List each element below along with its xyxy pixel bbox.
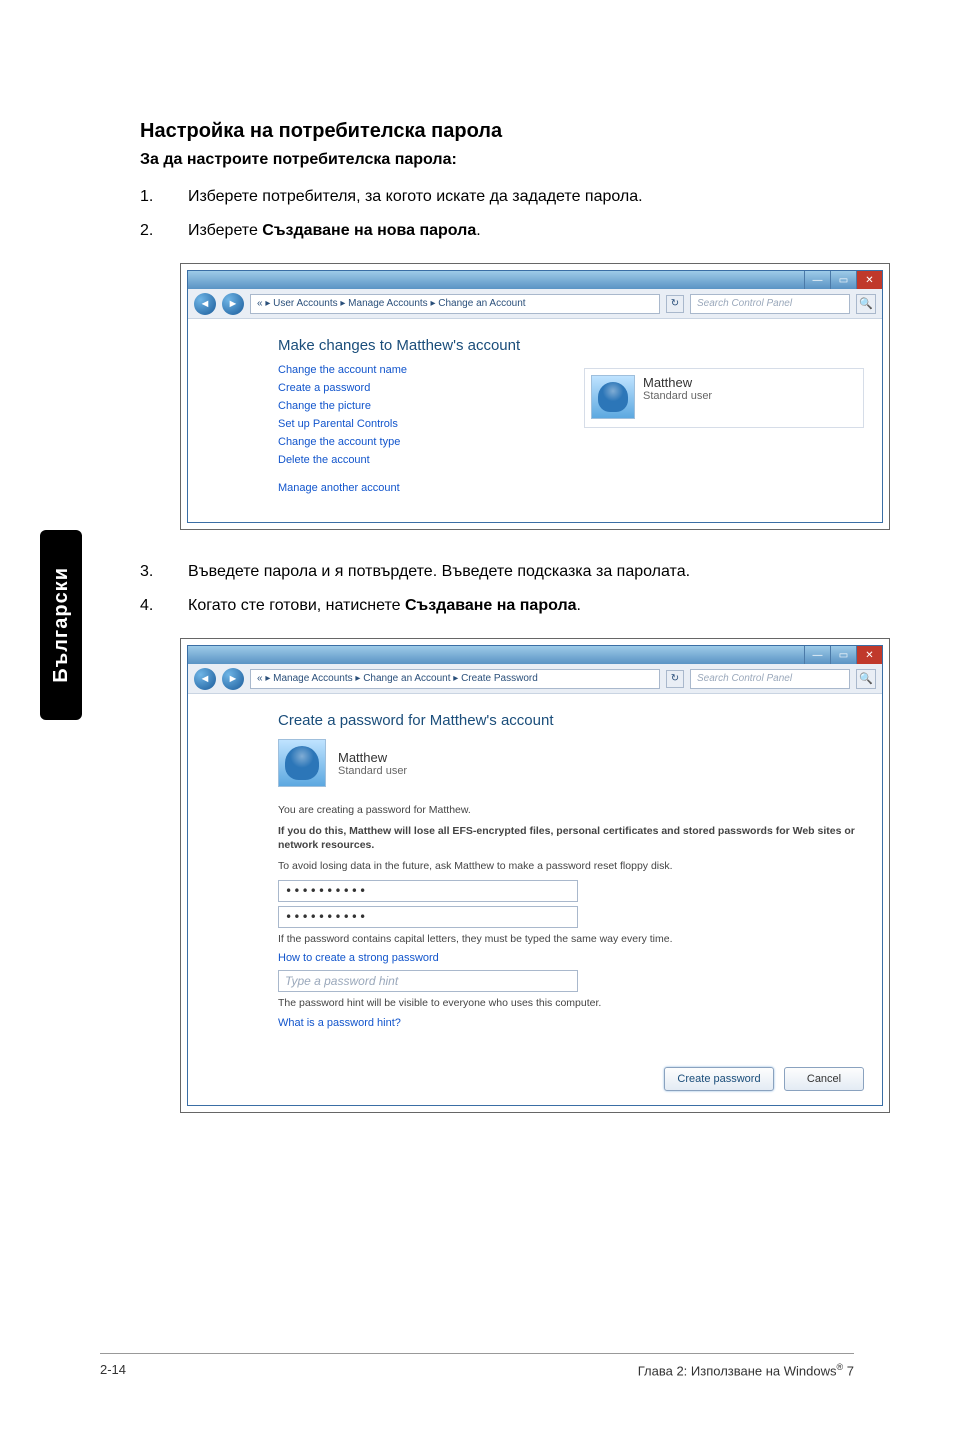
window-create-password: ◄ ► « ▸ Manage Accounts ▸ Change an Acco…	[187, 645, 883, 1106]
user-card: Matthew Standard user	[584, 368, 864, 428]
link-parental-controls[interactable]: Set up Parental Controls	[278, 418, 544, 430]
link-what-is-hint[interactable]: What is a password hint?	[278, 1017, 864, 1029]
step-3: 3. Въведете парола и я потвърдете. Въвед…	[140, 560, 854, 584]
password-hint-input[interactable]: Type a password hint	[278, 970, 578, 992]
avatar-icon	[591, 375, 635, 419]
step-number: 1.	[140, 185, 160, 209]
links-column: Change the account name Create a passwor…	[278, 364, 544, 500]
section-subheading: За да настроите потребителска парола:	[140, 151, 854, 169]
chapter-label: Глава 2: Използване на Windows® 7	[638, 1362, 854, 1378]
step-number: 4.	[140, 594, 160, 618]
close-button[interactable]	[856, 271, 882, 289]
user-card: Matthew Standard user	[278, 739, 864, 787]
step-text: Когато сте готови, натиснете Създаване н…	[188, 594, 581, 618]
panel-heading: Create a password for Matthew's account	[278, 712, 864, 729]
page: Български Настройка на потребителска пар…	[0, 0, 954, 1438]
titlebar	[188, 271, 882, 289]
section-heading: Настройка на потребителска парола	[140, 120, 854, 143]
refresh-button[interactable]: ↻	[666, 295, 684, 313]
info-line-1: You are creating a password for Matthew.	[278, 803, 864, 818]
refresh-button[interactable]: ↻	[666, 670, 684, 688]
steps-list-2: 3. Въведете парола и я потвърдете. Въвед…	[140, 560, 854, 618]
page-number: 2-14	[100, 1362, 126, 1378]
step-1: 1. Изберете потребителя, за когото искат…	[140, 185, 854, 209]
link-manage-another[interactable]: Manage another account	[278, 482, 544, 494]
minimize-button[interactable]	[804, 646, 830, 664]
step-2: 2. Изберете Създаване на нова парола.	[140, 219, 854, 243]
link-create-password[interactable]: Create a password	[278, 382, 544, 394]
language-label: Български	[50, 567, 73, 683]
step-text-prefix: Когато сте готови, натиснете	[188, 597, 405, 614]
step-text: Изберете потребителя, за когото искате д…	[188, 185, 643, 209]
steps-list-1: 1. Изберете потребителя, за когото искат…	[140, 185, 854, 243]
step-number: 3.	[140, 560, 160, 584]
close-button[interactable]	[856, 646, 882, 664]
user-role: Standard user	[643, 390, 712, 402]
step-text: Въведете парола и я потвърдете. Въведете…	[188, 560, 690, 584]
window-body: Make changes to Matthew's account Change…	[188, 319, 882, 522]
info-line-3: To avoid losing data in the future, ask …	[278, 859, 864, 874]
step-text-suffix: .	[577, 597, 581, 614]
forward-button[interactable]: ►	[222, 668, 244, 690]
password-input[interactable]: ••••••••••	[278, 880, 578, 902]
search-input[interactable]: Search Control Panel	[690, 669, 850, 689]
create-password-button[interactable]: Create password	[664, 1067, 774, 1091]
search-icon[interactable]: 🔍	[856, 669, 876, 689]
link-delete-account[interactable]: Delete the account	[278, 454, 544, 466]
breadcrumb[interactable]: « ▸ User Accounts ▸ Manage Accounts ▸ Ch…	[250, 294, 660, 314]
window-change-account: ◄ ► « ▸ User Accounts ▸ Manage Accounts …	[187, 270, 883, 523]
titlebar	[188, 646, 882, 664]
maximize-button[interactable]	[830, 646, 856, 664]
nav-toolbar: ◄ ► « ▸ User Accounts ▸ Manage Accounts …	[188, 289, 882, 319]
page-footer: 2-14 Глава 2: Използване на Windows® 7	[100, 1353, 854, 1378]
user-role: Standard user	[338, 765, 407, 777]
avatar-icon	[278, 739, 326, 787]
maximize-button[interactable]	[830, 271, 856, 289]
step-text-prefix: Изберете	[188, 222, 262, 239]
info-line-4: If the password contains capital letters…	[278, 932, 864, 947]
footer-text-suffix: 7	[843, 1363, 854, 1378]
window-body: Create a password for Matthew's account …	[188, 694, 882, 1055]
footer-text-prefix: Глава 2: Използване на Windows	[638, 1363, 837, 1378]
nav-toolbar: ◄ ► « ▸ Manage Accounts ▸ Change an Acco…	[188, 664, 882, 694]
step-number: 2.	[140, 219, 160, 243]
step-text-bold: Създаване на парола	[405, 597, 577, 614]
link-change-name[interactable]: Change the account name	[278, 364, 544, 376]
figure-2: ◄ ► « ▸ Manage Accounts ▸ Change an Acco…	[180, 638, 890, 1113]
back-button[interactable]: ◄	[194, 293, 216, 315]
step-text: Изберете Създаване на нова парола.	[188, 219, 481, 243]
user-name: Matthew	[643, 375, 712, 390]
user-name: Matthew	[338, 750, 407, 765]
language-side-tab: Български	[40, 530, 82, 720]
info-line-5: The password hint will be visible to eve…	[278, 996, 864, 1011]
step-text-suffix: .	[476, 222, 480, 239]
confirm-password-input[interactable]: ••••••••••	[278, 906, 578, 928]
back-button[interactable]: ◄	[194, 668, 216, 690]
cancel-button[interactable]: Cancel	[784, 1067, 864, 1091]
link-strong-password[interactable]: How to create a strong password	[278, 952, 864, 964]
breadcrumb[interactable]: « ▸ Manage Accounts ▸ Change an Account …	[250, 669, 660, 689]
link-change-picture[interactable]: Change the picture	[278, 400, 544, 412]
button-row: Create password Cancel	[188, 1055, 882, 1105]
step-text-bold: Създаване на нова парола	[262, 222, 476, 239]
figure-1: ◄ ► « ▸ User Accounts ▸ Manage Accounts …	[180, 263, 890, 530]
search-input[interactable]: Search Control Panel	[690, 294, 850, 314]
minimize-button[interactable]	[804, 271, 830, 289]
panel-heading: Make changes to Matthew's account	[278, 337, 864, 354]
link-change-type[interactable]: Change the account type	[278, 436, 544, 448]
search-icon[interactable]: 🔍	[856, 294, 876, 314]
info-line-2: If you do this, Matthew will lose all EF…	[278, 824, 864, 853]
forward-button[interactable]: ►	[222, 293, 244, 315]
step-4: 4. Когато сте готови, натиснете Създаван…	[140, 594, 854, 618]
